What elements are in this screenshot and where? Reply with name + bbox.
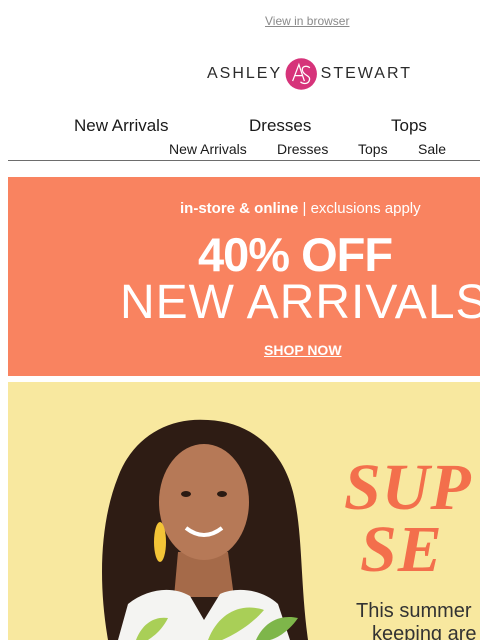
secondary-nav: New Arrivals Dresses Tops Sale <box>0 140 480 158</box>
nav-new-arrivals[interactable]: New Arrivals <box>74 116 168 136</box>
nav-divider <box>8 160 480 161</box>
email-page: View in browser ASHLEY STEWART New Arriv… <box>0 0 480 640</box>
promo-headline: 40% OFF <box>198 228 393 281</box>
logo-wordmark-left: ASHLEY <box>207 65 283 82</box>
hero-copy-line2: keeping are <box>372 623 477 640</box>
hero-banner[interactable]: SUP SE This summer keeping are <box>8 382 480 640</box>
shop-now-link[interactable]: SHOP NOW <box>264 342 342 358</box>
brand-logo[interactable]: ASHLEY STEWART <box>207 52 412 96</box>
nav-dresses[interactable]: Dresses <box>249 116 311 136</box>
logo-wordmark-right: STEWART <box>320 65 412 82</box>
subnav-new-arrivals[interactable]: New Arrivals <box>169 141 247 157</box>
primary-nav: New Arrivals Dresses Tops <box>0 114 480 136</box>
promo-subheadline: NEW ARRIVALS <box>120 276 480 329</box>
hero-title-line2: SE <box>360 513 443 586</box>
promo-tagline-separator: | <box>298 200 311 217</box>
promo-banner[interactable]: in-store & online | exclusions apply 40%… <box>8 177 480 376</box>
nav-tops[interactable]: Tops <box>391 116 427 136</box>
model-photo <box>102 419 308 640</box>
promo-tagline-bold: in-store & online <box>180 200 299 217</box>
hero-copy-line1: This summer <box>356 600 472 622</box>
logo-monogram-icon <box>285 58 318 90</box>
promo-tagline: in-store & online | exclusions apply <box>180 200 421 217</box>
subnav-dresses[interactable]: Dresses <box>277 141 328 157</box>
subnav-sale[interactable]: Sale <box>418 141 446 157</box>
view-in-browser-link[interactable]: View in browser <box>265 14 349 28</box>
subnav-tops[interactable]: Tops <box>358 141 388 157</box>
promo-tagline-rest: exclusions apply <box>310 200 421 217</box>
